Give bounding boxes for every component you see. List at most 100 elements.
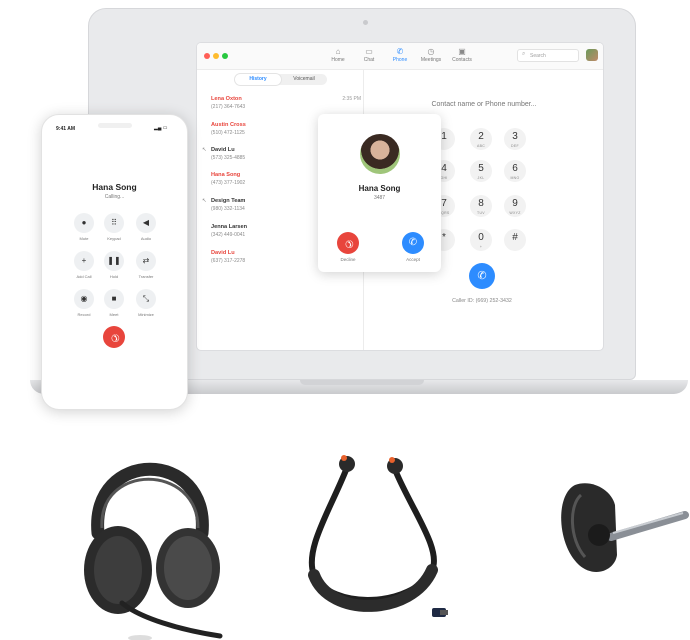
caller-extension: 3487	[373, 195, 386, 201]
history-number: (217) 364-7643	[211, 104, 246, 110]
nav-label: Phone	[392, 57, 408, 63]
caller-name: Hana Song	[358, 184, 401, 193]
headset-shadow	[128, 635, 152, 640]
transfer-button[interactable]: ⇄	[136, 251, 156, 271]
key-digit: 5	[478, 163, 484, 174]
window-close-dot[interactable]	[204, 53, 210, 59]
contacts-icon: ▣	[458, 47, 466, 56]
audio-label: Audio	[140, 236, 152, 241]
app-top-bar: ⌂ Home ▭ Chat ✆ Phone ◷ Meetings ▣ Conta…	[197, 43, 603, 70]
key-digit: 9	[512, 198, 518, 209]
plus-icon: +	[81, 256, 87, 265]
right-earbud-tip	[389, 457, 395, 463]
tab-voicemail[interactable]: Voicemail	[281, 74, 327, 85]
laptop-notch	[300, 380, 424, 385]
bluetooth-earpiece-image	[561, 483, 689, 572]
earpiece-button	[588, 524, 610, 546]
minimize-label: Minimize	[138, 312, 154, 317]
dial-input[interactable]: Contact name or Phone number...	[409, 101, 559, 108]
signal-battery-icon: ▂▄ ▭	[154, 125, 168, 131]
phone-icon: ✆	[477, 270, 487, 282]
earpiece-body	[561, 483, 617, 572]
mute-button[interactable]: ●	[74, 213, 94, 233]
dial-key[interactable]: 6 MNO	[504, 160, 526, 182]
usb-dongle-plug	[440, 610, 448, 615]
end-call-button[interactable]: ✆	[103, 326, 125, 348]
key-digit: 8	[478, 198, 484, 209]
key-digit: #	[512, 232, 518, 243]
home-icon: ⌂	[335, 47, 341, 56]
nav-chat[interactable]: ▭ Chat	[355, 47, 383, 63]
nav-label: Contacts	[452, 57, 472, 63]
transfer-icon: ⇄	[142, 256, 150, 265]
laptop-camera	[363, 20, 368, 25]
history-time: 2:35 PM	[342, 96, 361, 102]
history-name: Lena Oxton	[211, 96, 242, 102]
outgoing-call-icon: ↖	[202, 198, 207, 204]
dial-key[interactable]: #	[504, 229, 526, 251]
mic-icon: ●	[81, 218, 87, 227]
dial-key[interactable]: 8 TUV	[470, 195, 492, 217]
key-letters: JKL	[477, 176, 485, 180]
key-letters: TUV	[477, 211, 485, 215]
key-letters: ABC	[476, 144, 486, 148]
left-earbud-tip	[341, 455, 347, 461]
history-item[interactable]: Lena Oxton (217) 364-7643 2:35 PM	[211, 96, 361, 116]
mic-boom	[119, 600, 223, 639]
search-input[interactable]: Search	[517, 49, 579, 62]
key-letters: MNO	[510, 176, 520, 180]
decline-button[interactable]: ✆	[337, 232, 359, 254]
incoming-call-card: Hana Song 3487 ✆ Decline ✆ Accept	[318, 114, 441, 272]
phone-speaker	[98, 123, 132, 128]
calling-contact-name: Hana Song	[92, 182, 137, 192]
call-button[interactable]: ✆	[469, 263, 495, 289]
window-maximize-dot[interactable]	[222, 53, 228, 59]
keypad-button[interactable]: ⠿	[104, 213, 124, 233]
nav-label: Meetings	[420, 57, 442, 63]
caller-id: Caller ID: (669) 252-3432	[452, 298, 512, 304]
hangup-icon: ✆	[107, 330, 122, 345]
nav-home[interactable]: ⌂ Home	[324, 47, 352, 63]
record-icon: ◉	[80, 294, 88, 303]
minimize-icon: ⤡	[142, 294, 150, 303]
dial-key[interactable]: 5 JKL	[470, 160, 492, 182]
keypad-icon: ⠿	[111, 218, 117, 227]
nav-contacts[interactable]: ▣ Contacts	[448, 47, 476, 63]
speaker-icon: ◀	[142, 218, 150, 227]
hold-button[interactable]: ❚❚	[104, 251, 124, 271]
accept-button[interactable]: ✆	[402, 232, 424, 254]
key-digit: 6	[512, 163, 518, 174]
audio-button[interactable]: ◀	[136, 213, 156, 233]
call-status: Calling...	[104, 194, 125, 200]
dial-key[interactable]: 9 WXYZ	[504, 195, 526, 217]
mobile-phone: 9:41 AM ▂▄ ▭ Hana Song Calling... ● Mute…	[41, 114, 188, 410]
record-button[interactable]: ◉	[74, 289, 94, 309]
nav-meetings[interactable]: ◷ Meetings	[417, 47, 445, 63]
tab-history[interactable]: History	[235, 74, 281, 85]
meet-button[interactable]: ■	[104, 289, 124, 309]
neckband	[308, 564, 438, 612]
neckband-headset-image	[308, 455, 448, 617]
user-avatar[interactable]	[586, 49, 598, 61]
desktop-phone-app: ⌂ Home ▭ Chat ✆ Phone ◷ Meetings ▣ Conta…	[197, 43, 603, 350]
history-tabs: History Voicemail	[235, 74, 327, 85]
neckband-cable	[308, 468, 437, 603]
nav-label: Chat	[363, 57, 375, 63]
status-time: 9:41 AM	[56, 126, 75, 132]
right-earcup-mesh	[164, 536, 212, 600]
dial-key[interactable]: 3 DEF	[504, 128, 526, 150]
phone-icon: ✆	[396, 47, 404, 56]
nav-phone[interactable]: ✆ Phone	[386, 47, 414, 63]
dial-key[interactable]: 2 ABC	[470, 128, 492, 150]
earpiece-boom	[607, 511, 689, 541]
key-letters: DEF	[511, 144, 519, 148]
window-minimize-dot[interactable]	[213, 53, 219, 59]
outgoing-call-icon: ↖	[202, 147, 207, 153]
key-digit: 3	[512, 131, 518, 142]
dial-key[interactable]: 0 +	[470, 229, 492, 251]
minimize-button[interactable]: ⤡	[136, 289, 156, 309]
caller-avatar	[360, 134, 400, 174]
key-letters: WXYZ	[509, 211, 521, 215]
add-call-button[interactable]: +	[74, 251, 94, 271]
key-digit: 0	[478, 232, 484, 243]
